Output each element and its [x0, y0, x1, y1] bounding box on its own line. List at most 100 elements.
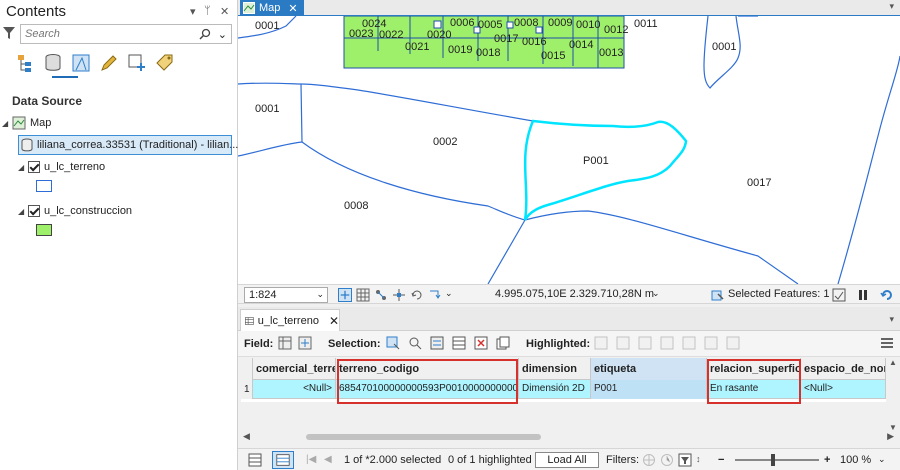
list-by-data-source-icon[interactable] [42, 52, 64, 74]
column-header[interactable]: espacio_de_nombre [801, 358, 886, 380]
zoom-out-icon[interactable]: − [718, 454, 724, 466]
switch-selection-icon[interactable] [430, 336, 444, 350]
search-input[interactable] [25, 27, 195, 41]
table-tab-strip: u_lc_terreno ✕ ▾ [238, 307, 900, 331]
parcel-label: P001 [583, 155, 609, 167]
zoom-in-icon[interactable]: + [824, 454, 830, 466]
tree-item-database[interactable]: liliana_correa.33531 (Traditional) - lil… [18, 135, 238, 155]
column-header[interactable]: comercial_terreno [253, 358, 336, 380]
show-all-records-icon[interactable] [248, 453, 262, 467]
chevron-down-icon[interactable]: ⌄ [316, 289, 324, 300]
show-selected-records-icon[interactable] [272, 451, 294, 469]
construccion-symbol-swatch[interactable] [36, 224, 52, 236]
snapping-icon[interactable] [374, 288, 388, 302]
table-toolbar: Field: Selection: Highlighted: [238, 331, 900, 357]
copy-selection-icon[interactable] [496, 336, 510, 350]
calculate-field-icon[interactable] [298, 336, 312, 350]
list-by-editing-icon[interactable] [98, 52, 120, 74]
list-by-selection-icon[interactable] [70, 52, 92, 74]
sort-icon[interactable]: ↕ [696, 454, 701, 464]
highlight-icon[interactable] [638, 336, 652, 350]
list-by-drawing-order-icon[interactable] [16, 52, 38, 74]
scroll-down-icon[interactable]: ▼ [889, 423, 897, 432]
search-box[interactable]: ⌄ [20, 24, 232, 44]
refresh-icon[interactable] [410, 288, 424, 302]
table-cell[interactable]: <Null> [253, 380, 336, 399]
crosshair-icon[interactable] [392, 288, 406, 302]
vertical-scrollbar[interactable]: ▲ ▼ [888, 358, 898, 432]
table-cell[interactable]: P001 [591, 380, 707, 399]
close-icon[interactable]: ✕ [288, 2, 297, 15]
building-label: 0019 [448, 44, 473, 56]
table-cell[interactable]: <Null> [801, 380, 886, 399]
clear-selection-icon[interactable] [452, 336, 466, 350]
tree-item-u-lc-construccion[interactable]: ◢ u_lc_construccion [18, 202, 132, 220]
refresh-icon[interactable] [880, 288, 894, 302]
zoom-slider-thumb[interactable] [771, 454, 775, 466]
highlight-icon[interactable] [726, 336, 740, 350]
scroll-up-icon[interactable]: ▲ [889, 358, 897, 367]
table-toggle-icon[interactable] [832, 288, 846, 302]
chevron-down-icon[interactable]: ◢ [2, 119, 12, 128]
pause-icon[interactable] [856, 288, 870, 302]
search-icon[interactable] [199, 28, 211, 40]
fixed-zoom-icon[interactable] [338, 288, 352, 302]
map-canvas[interactable] [238, 16, 900, 284]
chevron-down-icon[interactable]: ▾ [889, 314, 894, 325]
menu-icon[interactable] [880, 337, 894, 349]
chevron-down-icon[interactable]: ◢ [18, 163, 28, 172]
chevron-down-icon[interactable]: ⌄ [878, 454, 886, 465]
highlight-icon[interactable] [704, 336, 718, 350]
selected-features-icon[interactable] [711, 288, 725, 302]
highlight-icon[interactable] [682, 336, 696, 350]
tree-item-map[interactable]: ◢ Map [2, 114, 51, 132]
filter-by-definition-icon[interactable] [678, 453, 692, 467]
tab-u-lc-terreno[interactable]: u_lc_terreno ✕ [240, 309, 340, 331]
close-icon[interactable]: ✕ [329, 314, 339, 328]
map-view[interactable]: 0024 0023 0022 0021 0020 0019 0006 0005 … [238, 16, 900, 284]
highlight-icon[interactable] [594, 336, 608, 350]
select-by-attributes-icon[interactable] [386, 336, 400, 350]
scroll-right-icon[interactable]: ▶ [887, 431, 894, 442]
filter-by-time-icon[interactable] [660, 453, 674, 467]
chevron-down-icon[interactable]: ◢ [18, 207, 28, 216]
selected-features-count[interactable]: Selected Features: 1 [728, 288, 830, 300]
scale-selector[interactable]: 1:824 ⌄ [244, 287, 328, 303]
contents-title: Contents [6, 3, 67, 20]
first-record-icon[interactable]: |◀ [306, 454, 316, 465]
tree-item-u-lc-terreno[interactable]: ◢ u_lc_terreno [18, 158, 105, 176]
chevron-down-icon[interactable]: ⌄ [652, 288, 660, 299]
column-header[interactable]: etiqueta [591, 358, 707, 380]
filter-icon[interactable] [3, 27, 15, 40]
chevron-down-icon[interactable]: ⌄ [445, 288, 453, 299]
load-all-button[interactable]: Load All [535, 452, 599, 468]
horizontal-scrollbar[interactable]: ◀ ▶ [241, 431, 894, 442]
zoom-slider-track[interactable] [735, 459, 819, 461]
table-cell[interactable]: Dimensión 2D [519, 380, 591, 399]
close-icon[interactable]: ✕ [220, 5, 229, 18]
pin-icon[interactable]: ᛘ [204, 5, 211, 17]
highlight-icon[interactable] [616, 336, 630, 350]
delete-selection-icon[interactable] [474, 336, 488, 350]
previous-record-icon[interactable]: ◀ [324, 454, 332, 465]
chevron-down-icon[interactable]: ⌄ [218, 28, 227, 41]
rotate-icon[interactable] [428, 288, 442, 302]
list-by-snapping-icon[interactable] [126, 52, 148, 74]
row-number[interactable]: 1 [244, 384, 250, 395]
add-field-icon[interactable] [278, 336, 292, 350]
scroll-left-icon[interactable]: ◀ [243, 431, 250, 442]
scrollbar-thumb[interactable] [306, 434, 541, 440]
column-header[interactable]: dimension [519, 358, 591, 380]
contents-header: Contents ▾ ᛘ ✕ [4, 2, 234, 22]
grid-icon[interactable] [356, 288, 370, 302]
layer-visibility-checkbox[interactable] [28, 205, 40, 217]
filter-by-extent-icon[interactable] [642, 453, 656, 467]
highlight-icon[interactable] [660, 336, 674, 350]
zoom-to-selection-icon[interactable] [408, 336, 422, 350]
chevron-down-icon[interactable]: ▾ [889, 1, 894, 12]
terreno-symbol-swatch[interactable] [36, 180, 52, 192]
layer-visibility-checkbox[interactable] [28, 161, 40, 173]
chevron-down-icon[interactable]: ▾ [190, 5, 196, 18]
list-by-labeling-icon[interactable] [154, 52, 176, 74]
tab-map[interactable]: Map ✕ [240, 0, 304, 16]
